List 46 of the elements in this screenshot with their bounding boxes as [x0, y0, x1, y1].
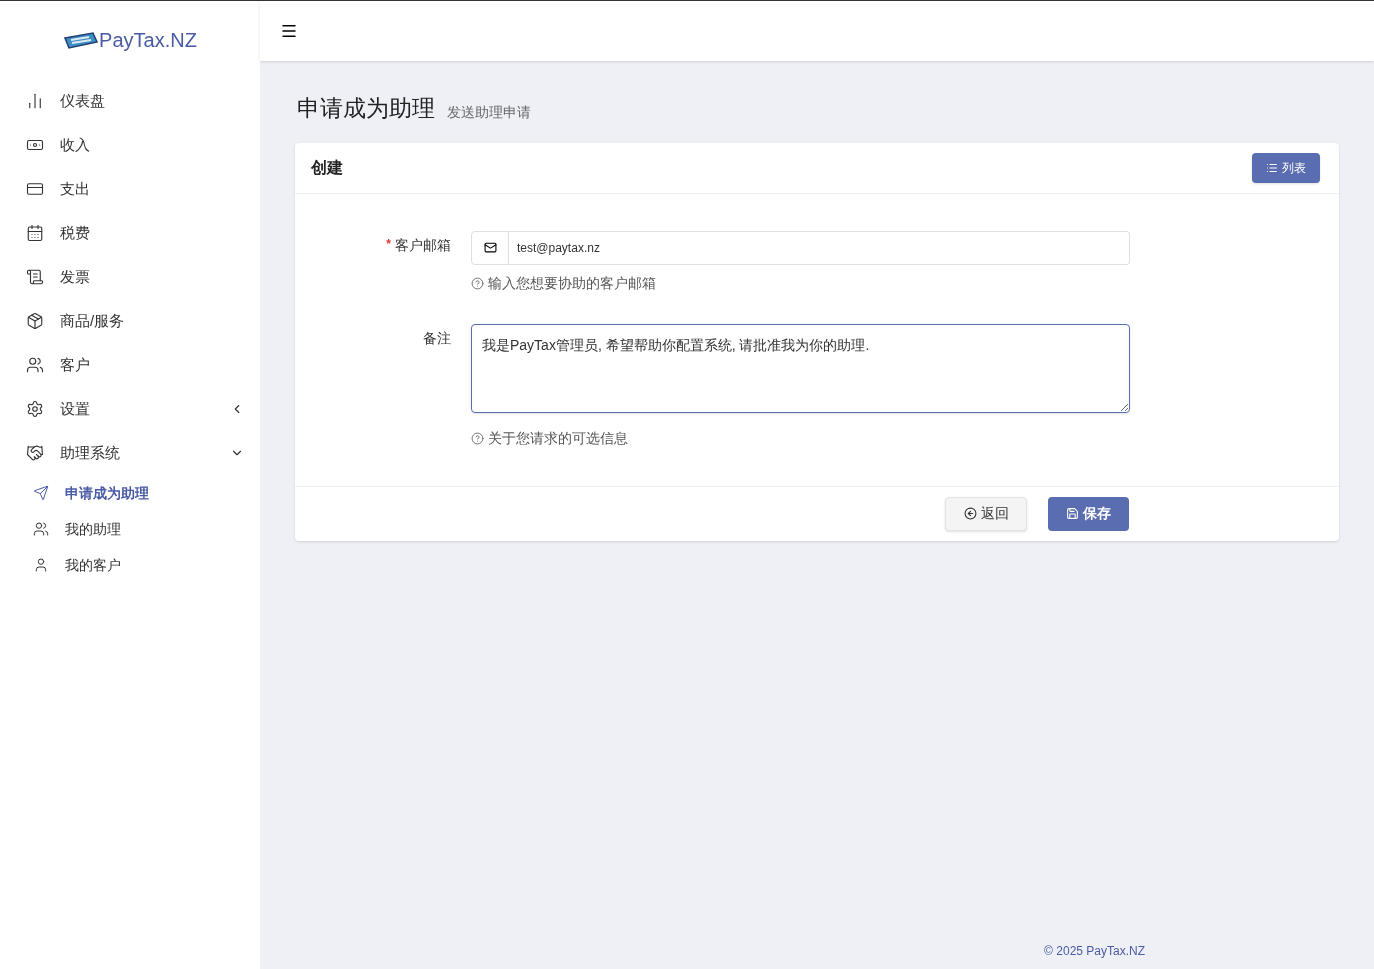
package-icon	[26, 312, 44, 330]
help-icon	[471, 431, 484, 445]
sidebar-item[interactable]: 助理系统	[0, 431, 260, 475]
brand-name[interactable]: PayTax.NZ	[99, 25, 197, 55]
save-button[interactable]: 保存	[1048, 496, 1129, 531]
sidebar-item[interactable]: 税费	[0, 211, 260, 255]
user-icon	[33, 557, 49, 573]
handshake-icon	[26, 444, 44, 462]
sidebar-item[interactable]: 发票	[0, 255, 260, 299]
submenu-item[interactable]: 申请成为助理	[0, 475, 260, 511]
list-button[interactable]: 列表	[1252, 152, 1320, 183]
copyright-text: © 2025 PayTax.NZ	[1044, 943, 1145, 960]
card-title: 创建	[311, 157, 343, 178]
send-icon	[33, 485, 49, 501]
logo-icon	[63, 30, 100, 50]
sidebar-item[interactable]: 商品/服务	[0, 299, 260, 343]
users-icon	[26, 356, 44, 374]
help-icon	[471, 276, 484, 290]
help-text: 关于您请求的可选信息	[488, 428, 628, 448]
save-icon	[1066, 507, 1079, 520]
notes-field[interactable]: 我是PayTax管理员, 希望帮助你配置系统, 请批准我为你的助理.	[471, 323, 1130, 413]
arrow-left-icon	[963, 507, 977, 520]
users-icon	[33, 521, 49, 537]
bar-chart-icon	[26, 92, 44, 110]
page-title: 申请成为助理	[297, 94, 435, 123]
sidebar-item[interactable]: 客户	[0, 343, 260, 387]
submenu-item[interactable]: 我的助理	[0, 511, 260, 547]
sidebar-item[interactable]: 收入	[0, 123, 260, 167]
mail-icon	[483, 241, 497, 254]
settings-icon	[26, 400, 44, 418]
credit-card-icon	[26, 180, 44, 198]
receipt-icon	[26, 268, 44, 286]
back-button[interactable]: 返回	[945, 496, 1027, 531]
email-field[interactable]: test@paytax.nz	[509, 230, 1130, 265]
menu-icon[interactable]	[280, 22, 298, 40]
required-mark: *	[386, 235, 391, 253]
page-subtitle: 发送助理申请	[447, 102, 531, 122]
field-label: 备注	[423, 328, 451, 348]
sidebar-item[interactable]: 设置	[0, 387, 260, 431]
calendar-icon	[26, 224, 44, 242]
submenu-item[interactable]: 我的客户	[0, 547, 260, 583]
sidebar-item[interactable]: 支出	[0, 167, 260, 211]
field-label: 客户邮箱	[395, 235, 451, 255]
help-text: 输入您想要协助的客户邮箱	[488, 273, 656, 293]
sidebar-item[interactable]: 仪表盘	[0, 79, 260, 123]
list-icon	[1266, 161, 1278, 174]
